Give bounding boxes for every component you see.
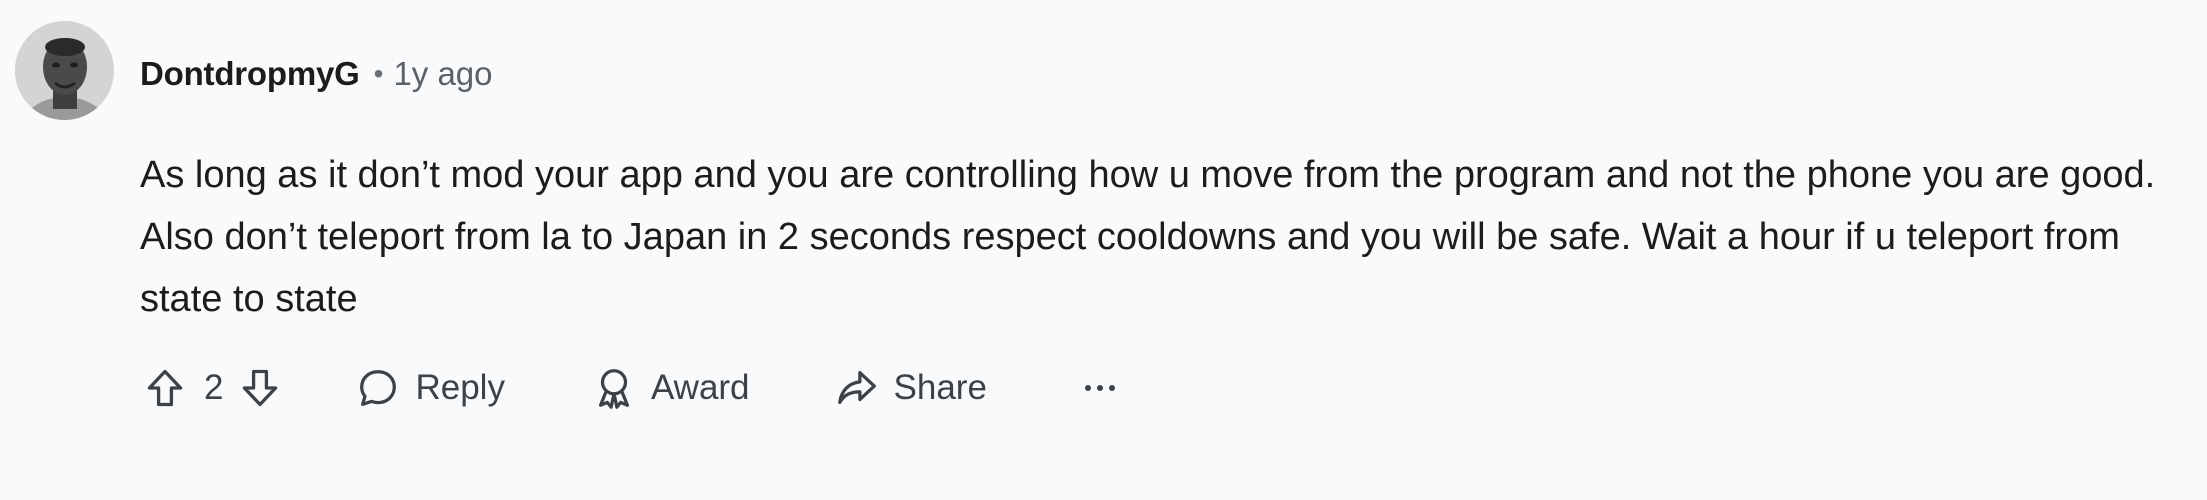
comment-action-bar: 2 Reply Award Share — [138, 356, 1127, 420]
share-button[interactable]: Share — [834, 365, 987, 411]
comment-timestamp[interactable]: 1y ago — [393, 55, 492, 93]
avatar[interactable] — [15, 21, 114, 120]
comment-meta: DontdropmyG • 1y ago — [140, 52, 493, 96]
author-username[interactable]: DontdropmyG — [140, 55, 360, 93]
upvote-arrow-icon — [147, 369, 183, 407]
downvote-button[interactable] — [233, 361, 287, 415]
ellipsis-icon — [1084, 385, 1115, 391]
downvote-arrow-icon — [243, 369, 278, 407]
reply-label: Reply — [415, 368, 505, 407]
share-arrow-icon — [837, 371, 876, 405]
avatar-image — [15, 21, 114, 120]
upvote-button[interactable] — [138, 361, 192, 415]
meta-separator: • — [373, 58, 384, 89]
award-ribbon-icon — [598, 369, 629, 409]
vote-group: 2 — [138, 361, 287, 415]
speech-bubble-icon — [360, 370, 397, 406]
award-button[interactable]: Award — [591, 365, 750, 411]
more-options-button[interactable] — [1073, 361, 1127, 415]
vote-score: 2 — [204, 368, 224, 407]
reply-button[interactable]: Reply — [355, 365, 505, 411]
award-label: Award — [650, 368, 750, 407]
comment: DontdropmyG • 1y ago As long as it don’t… — [0, 0, 2207, 500]
comment-body: As long as it don’t mod your app and you… — [140, 154, 2156, 320]
share-label: Share — [893, 368, 987, 407]
